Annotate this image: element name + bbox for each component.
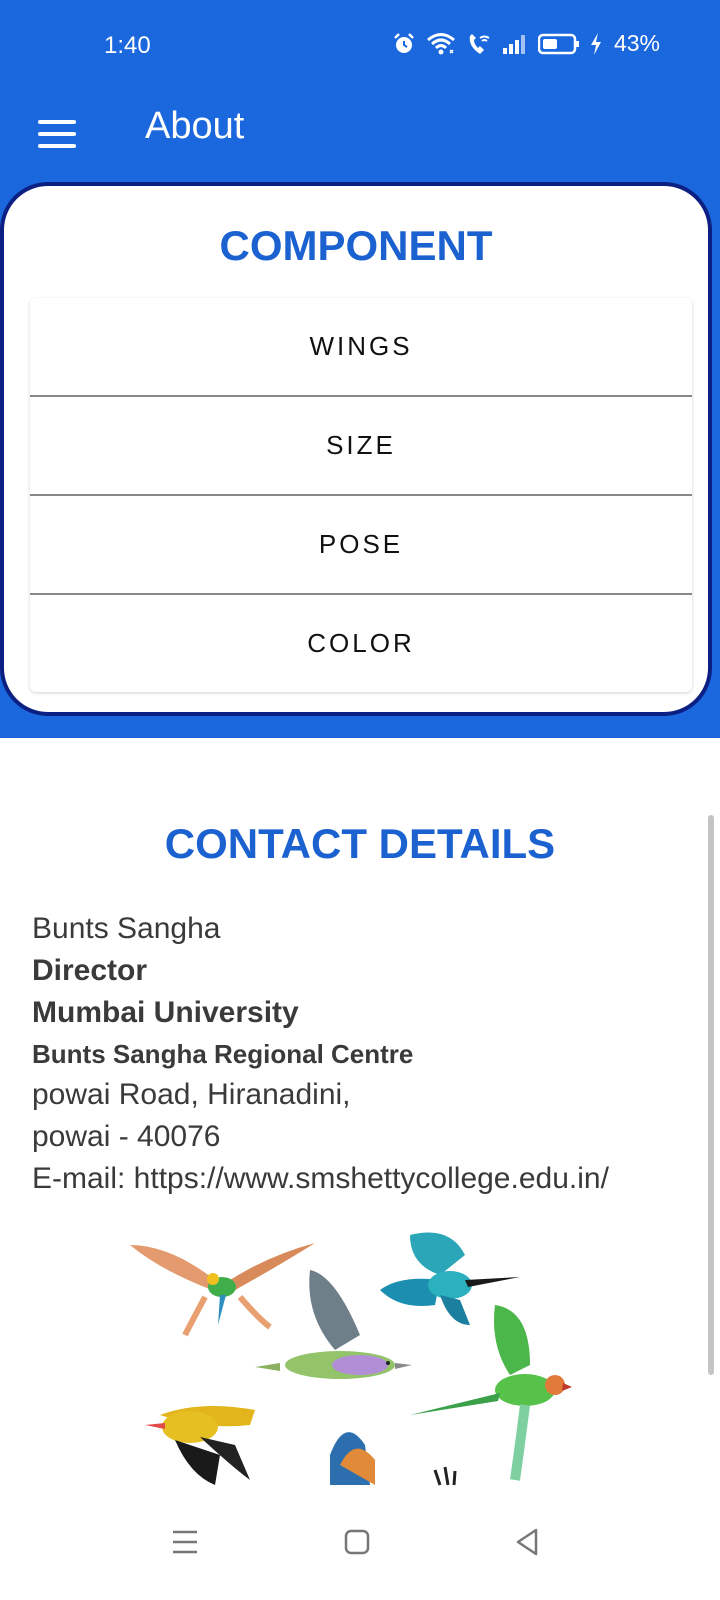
component-list: WINGS SIZE POSE COLOR xyxy=(30,298,692,692)
wifi-call-icon xyxy=(466,32,492,56)
nav-bar xyxy=(0,1490,720,1600)
hamburger-menu-icon[interactable] xyxy=(34,112,78,156)
battery-icon xyxy=(537,33,580,55)
contact-university: Mumbai University xyxy=(32,996,299,1029)
status-bar: 1:40 43% xyxy=(0,0,720,92)
page-title: About xyxy=(145,105,245,147)
scrollbar[interactable] xyxy=(708,815,714,1375)
component-item-color[interactable]: COLOR xyxy=(30,595,692,692)
component-card: COMPONENT WINGS SIZE POSE COLOR xyxy=(0,182,712,716)
charging-icon xyxy=(590,32,602,55)
small-bird-icon xyxy=(330,1432,457,1486)
signal-icon xyxy=(502,33,528,55)
contact-address-line-1: powai Road, Hiranadini, xyxy=(32,1078,351,1111)
birds-illustration xyxy=(120,1215,590,1490)
app-bar: About xyxy=(0,92,720,182)
contact-role: Director xyxy=(32,954,148,987)
component-title: COMPONENT xyxy=(219,222,493,269)
battery-percent: 43% xyxy=(613,30,660,56)
wifi-icon xyxy=(426,32,456,56)
alarm-icon xyxy=(392,32,416,56)
contact-details: Bunts Sangha Director Mumbai University … xyxy=(32,908,609,1200)
status-time: 1:40 xyxy=(104,32,151,59)
parrot-bird-icon xyxy=(410,1305,572,1481)
recent-apps-icon[interactable] xyxy=(163,1520,207,1564)
bee-eater-bird-icon xyxy=(130,1243,315,1337)
home-icon[interactable] xyxy=(335,1520,379,1564)
contact-name: Bunts Sangha xyxy=(32,912,221,945)
component-item-pose[interactable]: POSE xyxy=(30,496,692,595)
component-item-size[interactable]: SIZE xyxy=(30,397,692,496)
back-icon[interactable] xyxy=(506,1520,550,1564)
contact-email[interactable]: E-mail: https://www.smshettycollege.edu.… xyxy=(32,1158,609,1200)
contact-centre: Bunts Sangha Regional Centre xyxy=(32,1039,414,1069)
contact-address-line-2: powai - 40076 xyxy=(32,1120,221,1153)
contact-title: CONTACT DETAILS xyxy=(164,820,556,867)
oriole-bird-icon xyxy=(145,1406,255,1485)
status-icons: 43% xyxy=(392,30,660,57)
component-item-wings[interactable]: WINGS xyxy=(30,298,692,397)
